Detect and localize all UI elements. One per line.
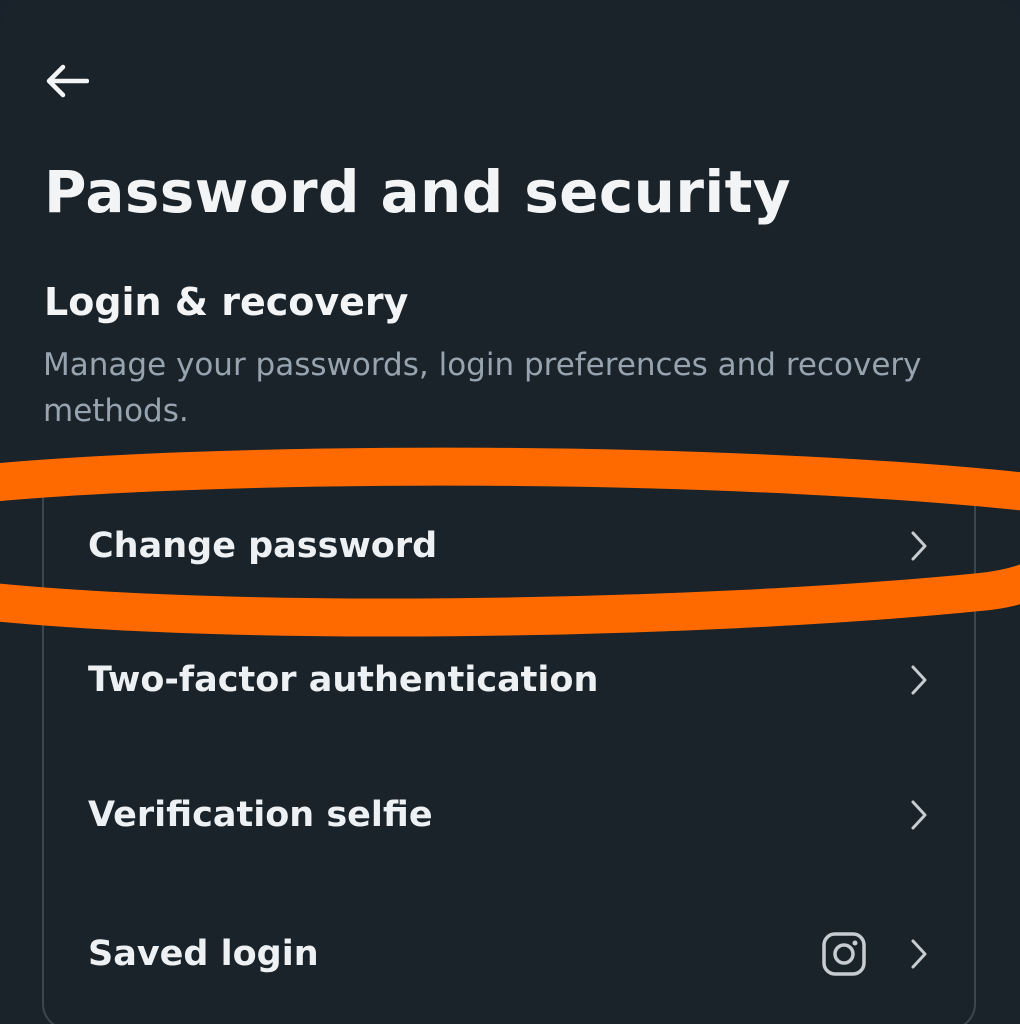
chevron-right-icon	[904, 526, 934, 566]
page-title: Password and security	[44, 158, 791, 226]
menu-item-label: Two-factor authentication	[88, 660, 599, 700]
back-button[interactable]	[36, 54, 96, 108]
chevron-right-icon	[904, 934, 934, 974]
menu-item-label: Change password	[88, 526, 438, 566]
chevron-right-icon	[904, 660, 934, 700]
menu-item-change-password[interactable]: Change password	[44, 496, 974, 596]
menu-item-label: Saved login	[88, 934, 319, 974]
menu-item-label: Verification selfie	[88, 795, 433, 835]
menu-item-saved-login[interactable]: Saved login	[44, 904, 974, 1004]
password-security-screen: Password and security Login & recovery M…	[0, 0, 1020, 1024]
section-description: Manage your passwords, login preferences…	[43, 347, 922, 429]
instagram-icon	[820, 930, 868, 978]
menu-item-verification-selfie[interactable]: Verification selfie	[44, 765, 974, 865]
arrow-left-icon	[46, 64, 89, 98]
chevron-right-icon	[904, 795, 934, 835]
menu-item-two-factor-authentication[interactable]: Two-factor authentication	[44, 630, 974, 730]
section-title: Login & recovery	[44, 280, 409, 324]
login-recovery-card: Change password Two-factor authenticatio…	[42, 470, 976, 1024]
